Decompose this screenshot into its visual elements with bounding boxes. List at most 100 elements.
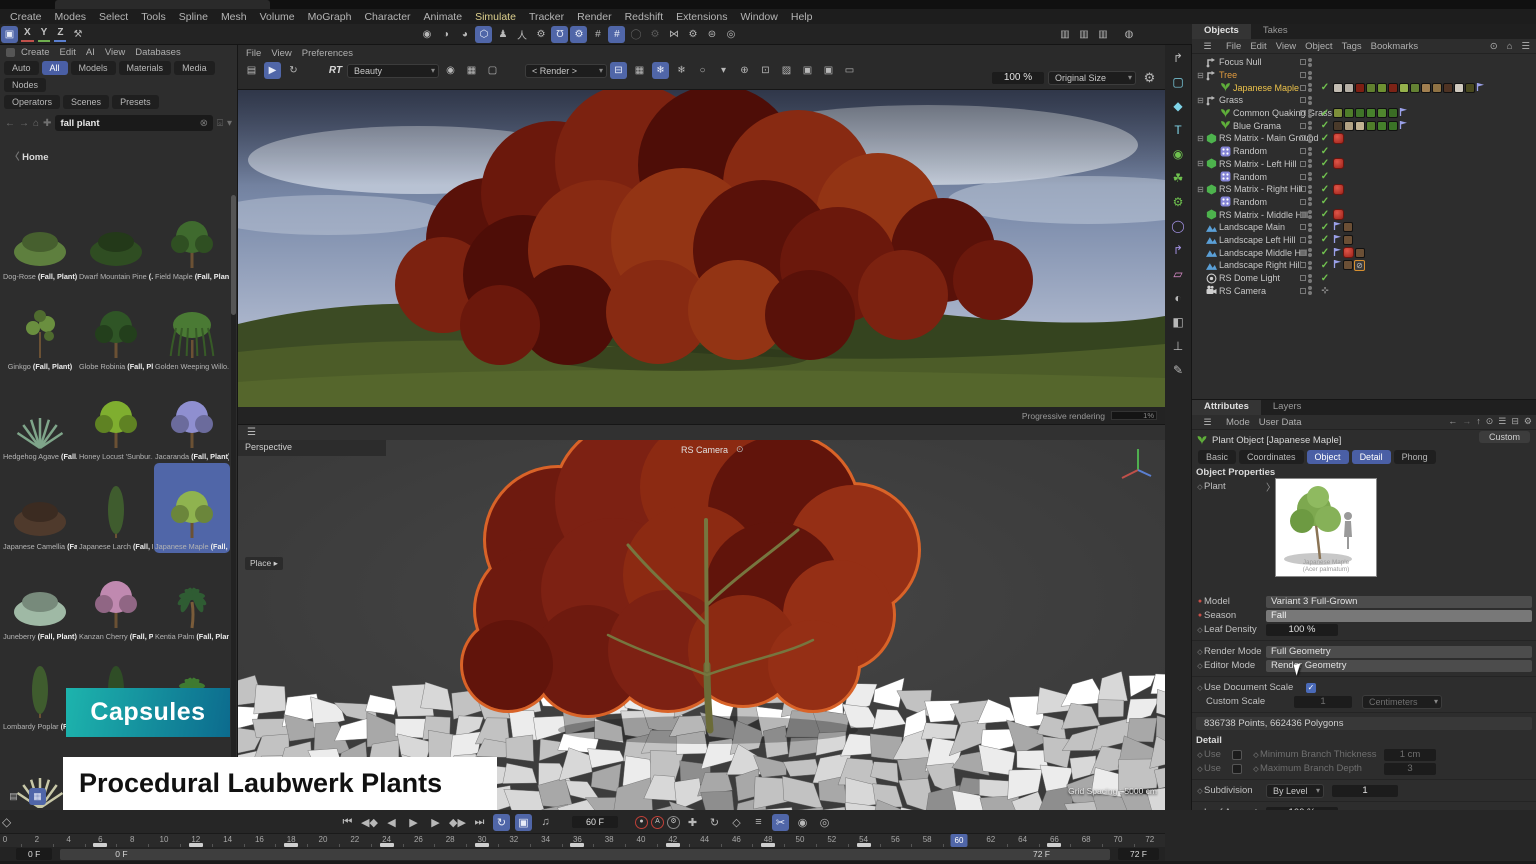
material-tag[interactable]: [1421, 83, 1431, 93]
enabled-check[interactable]: ✓: [1319, 108, 1331, 119]
material-tag[interactable]: [1388, 83, 1398, 93]
next-frame-icon[interactable]: ▶: [427, 814, 444, 831]
object-row-random[interactable]: Random✓: [1192, 145, 1536, 158]
record-pla-icon[interactable]: ✂: [772, 814, 789, 831]
record-key-icon[interactable]: ●: [635, 816, 648, 829]
rv-menu-preferences[interactable]: Preferences: [302, 48, 353, 59]
options-caret-icon[interactable]: ▾: [227, 118, 232, 129]
tiles-icon[interactable]: ▦: [631, 62, 648, 79]
sound-icon[interactable]: ♫: [537, 814, 554, 831]
material-tag[interactable]: [1399, 83, 1409, 93]
gear-icon[interactable]: ⚙: [1141, 69, 1158, 86]
range-slider[interactable]: 0 F 72 F: [60, 849, 1110, 860]
phong-tag[interactable]: [1333, 247, 1342, 259]
section-tab-detail[interactable]: Detail: [1352, 450, 1391, 464]
filter-tab-models[interactable]: Models: [71, 61, 116, 75]
menu-spline[interactable]: Spline: [179, 11, 208, 23]
prev-frame-icon[interactable]: ◀: [383, 814, 400, 831]
caret-icon[interactable]: ▾: [715, 62, 732, 79]
jump-last-icon[interactable]: ⏭: [471, 814, 488, 831]
subdivision-mode-select[interactable]: By Level: [1266, 784, 1324, 798]
section-tab-object[interactable]: Object: [1307, 450, 1349, 464]
om-burger-icon[interactable]: ☰: [1199, 38, 1216, 55]
asset-item-kentia-palm[interactable]: Kentia Palm (Fall, Plant): [154, 553, 230, 643]
axis-z-button[interactable]: Z: [54, 26, 66, 42]
autokey-icon[interactable]: A: [651, 816, 664, 829]
object-row-landscape-right-hill[interactable]: Landscape Right Hill✓⊘: [1192, 259, 1536, 272]
breadcrumb[interactable]: 〈 Home: [0, 131, 237, 163]
attr-forward-icon[interactable]: →: [1462, 416, 1471, 427]
material-tag[interactable]: [1377, 108, 1387, 118]
add-null-icon[interactable]: ↱: [1170, 49, 1187, 66]
visibility-toggles[interactable]: [1300, 109, 1312, 118]
object-row-landscape-left-hill[interactable]: Landscape Left Hill✓: [1192, 234, 1536, 247]
axis-x-button[interactable]: X: [21, 26, 34, 42]
menu-create[interactable]: Create: [10, 11, 42, 23]
prev-key-icon[interactable]: ◀◆: [361, 814, 378, 831]
phong-tag[interactable]: [1333, 234, 1342, 246]
material-tag[interactable]: [1355, 121, 1365, 131]
material-tag[interactable]: [1355, 108, 1365, 118]
crop-icon[interactable]: ▢: [484, 62, 501, 79]
render-view-icon[interactable]: ▥: [1056, 26, 1073, 43]
expand-toggle[interactable]: ⊟: [1196, 134, 1205, 143]
category-tab-presets[interactable]: Presets: [112, 95, 159, 109]
tweak-icon[interactable]: ⊜: [703, 26, 720, 43]
visibility-toggles[interactable]: [1300, 58, 1312, 67]
asset-item-jacaranda[interactable]: Jacaranda (Fall, Plant): [154, 373, 230, 463]
material-tag[interactable]: [1343, 222, 1353, 232]
object-row-landscape-main[interactable]: Landscape Main✓: [1192, 221, 1536, 234]
material-tag[interactable]: [1343, 260, 1353, 270]
plant-preview-image[interactable]: Japanese Maple (Acer palmatum): [1275, 478, 1377, 577]
asset-menu-edit[interactable]: Edit: [60, 47, 76, 58]
menu-mesh[interactable]: Mesh: [221, 11, 247, 23]
visibility-toggles[interactable]: [1300, 71, 1312, 80]
phong-tag[interactable]: [1333, 259, 1342, 271]
use-max-branch-checkbox[interactable]: [1232, 764, 1242, 774]
effector-icon[interactable]: ⚙: [1170, 193, 1187, 210]
om-menu-edit[interactable]: Edit: [1250, 41, 1266, 52]
enabled-check[interactable]: ✓: [1319, 260, 1331, 271]
material-tag[interactable]: [1465, 83, 1475, 93]
section-tab-coordinates[interactable]: Coordinates: [1239, 450, 1304, 464]
section-tab-basic[interactable]: Basic: [1198, 450, 1236, 464]
section-tab-phong[interactable]: Phong: [1394, 450, 1436, 464]
menu-redshift[interactable]: Redshift: [625, 11, 664, 23]
object-row-rs-dome-light[interactable]: RS Dome Light✓: [1192, 272, 1536, 285]
om-menu-object[interactable]: Object: [1305, 41, 1332, 52]
object-row-rs-camera[interactable]: RS Camera⊹: [1192, 284, 1536, 297]
workplane-settings-icon[interactable]: ⚙: [646, 26, 663, 43]
view-list-icon[interactable]: ▤: [5, 788, 22, 805]
range-end-field[interactable]: 72 F: [1118, 848, 1159, 860]
menu-modes[interactable]: Modes: [55, 11, 87, 23]
viewport-label[interactable]: Perspective: [238, 440, 386, 456]
sim-cloth-icon[interactable]: ◑: [437, 26, 454, 43]
enabled-check[interactable]: ✓: [1319, 184, 1331, 195]
om-menu-file[interactable]: File: [1226, 41, 1241, 52]
attr-tab-layers[interactable]: Layers: [1261, 400, 1314, 415]
material-tag[interactable]: [1333, 108, 1343, 118]
document-tab[interactable]: [55, 0, 270, 9]
object-row-grass[interactable]: ⊟Grass: [1192, 94, 1536, 107]
menu-tracker[interactable]: Tracker: [529, 11, 564, 23]
asset-item-hedgehog-agave[interactable]: Hedgehog Agave (Fall...: [2, 373, 78, 463]
enabled-check[interactable]: ✓: [1319, 196, 1331, 207]
category-tab-scenes[interactable]: Scenes: [63, 95, 109, 109]
record-rotation-icon[interactable]: ↻: [706, 814, 723, 831]
lock-icon[interactable]: ⊟: [610, 62, 627, 79]
last-tool-icon[interactable]: ▣: [1, 26, 18, 43]
filter-tab-auto[interactable]: Auto: [4, 61, 39, 75]
key-settings-icon[interactable]: ⚙: [667, 816, 680, 829]
enabled-check[interactable]: ✓: [1319, 158, 1331, 169]
object-row-common-quaking-grass[interactable]: Common Quaking Grass✓: [1192, 107, 1536, 120]
camera-toggle-icon[interactable]: ⊙: [736, 444, 744, 455]
field-icon[interactable]: ◯: [1170, 217, 1187, 234]
phong-tag[interactable]: [1333, 221, 1342, 233]
rgb-channel-icon[interactable]: ◉: [442, 62, 459, 79]
spline-icon[interactable]: ▢: [1170, 73, 1187, 90]
play-icon[interactable]: ▶: [264, 62, 281, 79]
attr-lock-icon[interactable]: ⊟: [1511, 416, 1519, 427]
expand-toggle[interactable]: ⊟: [1196, 71, 1205, 80]
add-icon[interactable]: ✚: [43, 118, 51, 129]
phong-tag[interactable]: [1476, 82, 1485, 94]
